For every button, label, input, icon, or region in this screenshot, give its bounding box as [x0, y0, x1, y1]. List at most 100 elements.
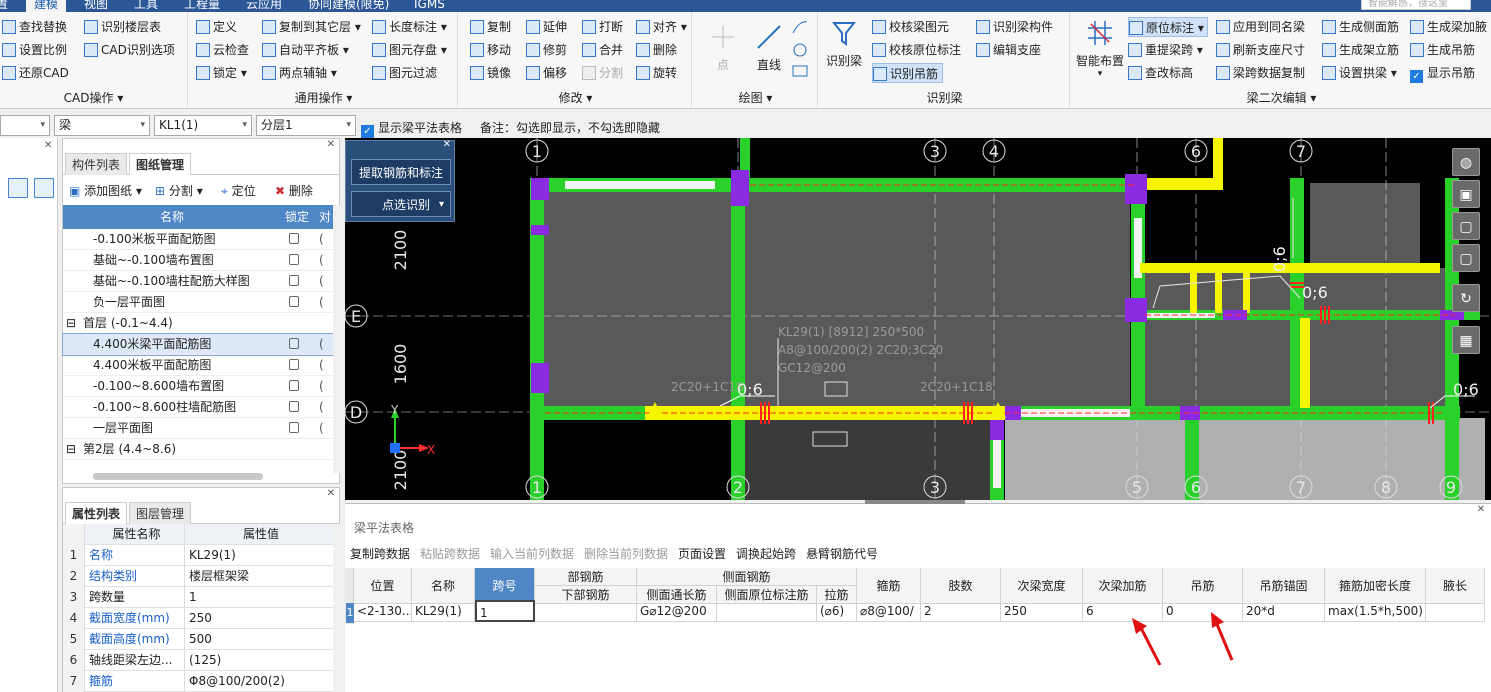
layer-select[interactable]: 分层1 ▾ [256, 115, 356, 136]
identify-hanger-button[interactable]: 识别吊筋 [872, 63, 944, 83]
length-dim-button[interactable]: 长度标注 ▾ [372, 17, 447, 37]
tab-property-list[interactable]: 属性列表 [65, 502, 128, 524]
property-value[interactable]: (125) [189, 650, 221, 671]
lock-button[interactable]: 锁定 ▾ [196, 63, 247, 83]
trim-button[interactable]: 修剪 [526, 40, 567, 60]
define-button[interactable]: 定义 [196, 17, 237, 37]
horizontal-scrollbar[interactable] [93, 473, 263, 480]
input-column-data-button[interactable]: 输入当前列数据 [490, 545, 574, 562]
property-row[interactable]: 2 结构类别 楼层框架梁 [63, 566, 333, 587]
menu-item-collab[interactable]: 协同建模(限免) [308, 0, 389, 12]
smart-layout-button[interactable]: 智能布置 ▾ [1076, 18, 1124, 79]
close-icon[interactable]: ✕ [443, 139, 451, 150]
menu-item[interactable]: 置 [0, 0, 8, 12]
check-elevation-button[interactable]: 查改标高 [1128, 63, 1193, 83]
mirror-button[interactable]: 镜像 [470, 63, 511, 83]
cad-group-label[interactable]: CAD操作 ▾ [0, 89, 187, 106]
property-row[interactable]: 1 名称 KL29(1) [63, 545, 333, 566]
cad-canvas[interactable]: 1 3 4 6 7 1 2 3 5 6 7 8 9 E D 2100 1600 … [345, 138, 1491, 500]
secondary-edit-label[interactable]: 梁二次编辑 ▾ [1072, 89, 1491, 106]
tree-item[interactable]: 4.400米梁平面配筋图 ( [62, 333, 334, 356]
table-cell[interactable] [1426, 600, 1485, 622]
property-row[interactable]: 6 轴线距梁左边... (125) [63, 650, 333, 671]
auto-align-slab-button[interactable]: 自动平齐板 ▾ [262, 40, 349, 60]
lock-icon[interactable] [289, 254, 299, 265]
swap-start-span-button[interactable]: 调换起始跨 [736, 545, 796, 562]
list-view-icon[interactable] [8, 178, 28, 198]
property-value[interactable]: 楼层框架梁 [189, 566, 249, 587]
tree-item[interactable]: 一层平面图 ( [63, 418, 333, 439]
show-hanger-checkbox[interactable]: ✓ 显示吊筋 [1410, 63, 1475, 83]
lock-icon[interactable] [289, 296, 299, 307]
search-input[interactable]: 智能解惑，搜这里 [1361, 0, 1471, 10]
tree-group-item[interactable]: ⊟ 第2层 (4.4~8.6) [63, 439, 333, 460]
restore-cad-button[interactable]: 还原CAD [2, 63, 69, 83]
paste-span-data-button[interactable]: 粘贴跨数据 [420, 545, 480, 562]
edit-support-button[interactable]: 编辑支座 [976, 40, 1041, 60]
calculator-icon[interactable]: ▦ [1452, 326, 1480, 354]
identify-floor-table-button[interactable]: 识别楼层表 [84, 17, 161, 37]
close-icon[interactable]: ✕ [1477, 504, 1485, 515]
gen-erection-bar-button[interactable]: 生成架立筋 [1322, 40, 1399, 60]
merge-button[interactable]: 合并 [582, 40, 623, 60]
check-beam-elements-button[interactable]: 校核梁图元 [872, 17, 949, 37]
tree-item[interactable]: 负一层平面图 ( [63, 292, 333, 313]
general-group-label[interactable]: 通用操作 ▾ [190, 89, 457, 106]
delete-column-data-button[interactable]: 删除当前列数据 [584, 545, 668, 562]
copy-button[interactable]: 复制 [470, 17, 511, 37]
cloud-check-button[interactable]: 云检查 [196, 40, 249, 60]
property-value[interactable]: 1 [189, 587, 197, 608]
component-type-select[interactable]: 梁 ▾ [54, 115, 150, 136]
set-arch-beam-button[interactable]: 设置拱梁 ▾ [1322, 63, 1397, 83]
re-span-button[interactable]: 重提梁跨 ▾ [1128, 40, 1203, 60]
extract-rebar-button[interactable]: 提取钢筋和标注 [351, 159, 451, 185]
tree-item[interactable]: -0.100米板平面配筋图 ( [63, 229, 333, 250]
tab-component-list[interactable]: 构件列表 [65, 153, 128, 175]
table-cell[interactable] [717, 600, 817, 622]
align-button[interactable]: 对齐 ▾ [636, 17, 687, 37]
add-drawing-button[interactable]: ▣ 添加图纸 ▾ [69, 182, 142, 199]
cantilever-code-button[interactable]: 悬臂钢筋代号 [806, 545, 878, 562]
gen-haunch-button[interactable]: 生成梁加腋 [1410, 17, 1487, 37]
close-icon[interactable]: ✕ [44, 140, 52, 151]
show-beam-table-checkbox[interactable]: ✓ 显示梁平法表格 [361, 119, 462, 138]
lock-icon[interactable] [289, 338, 299, 349]
page-setup-button[interactable]: 页面设置 [678, 545, 726, 562]
table-cell[interactable]: 250 [1001, 600, 1083, 622]
close-icon[interactable]: ✕ [327, 139, 335, 150]
find-replace-button[interactable]: 查找替换 [2, 17, 67, 37]
rotate-view-icon[interactable]: ↻ [1452, 284, 1480, 312]
extend-button[interactable]: 延伸 [526, 17, 567, 37]
refresh-support-button[interactable]: 刷新支座尺寸 [1216, 40, 1305, 60]
table-cell[interactable]: ⌀8@100/ [857, 600, 921, 622]
lock-icon[interactable] [289, 359, 299, 370]
menu-item-modeling[interactable]: 建模 [26, 0, 67, 12]
offset-button[interactable]: 偏移 [526, 63, 567, 83]
close-icon[interactable]: ✕ [327, 488, 335, 499]
two-point-axis-button[interactable]: 两点辅轴 ▾ [262, 63, 337, 83]
delete-drawing-button[interactable]: ✖ 删除 [275, 182, 313, 199]
splitter-handle[interactable] [865, 500, 965, 504]
element-filter-button[interactable]: 图元过滤 [372, 63, 437, 83]
table-cell[interactable]: G⌀12@200 [637, 600, 717, 622]
cad-drawing[interactable]: 1 3 4 6 7 1 2 3 5 6 7 8 9 E D 2100 1600 … [345, 138, 1491, 500]
copy-to-floor-button[interactable]: 复制到其它层 ▾ [262, 17, 361, 37]
table-cell[interactable]: KL29(1) [412, 600, 475, 622]
floor-select[interactable]: ▾ [0, 115, 50, 136]
cad-options-button[interactable]: CAD识别选项 [84, 40, 175, 60]
table-cell[interactable]: 2 [921, 600, 1001, 622]
tree-item[interactable]: -0.100~8.600柱墙配筋图 ( [63, 397, 333, 418]
lock-icon[interactable] [289, 401, 299, 412]
property-value[interactable]: 500 [189, 629, 212, 650]
table-cell[interactable]: max(1.5*h,500) [1325, 600, 1426, 622]
lock-icon[interactable] [289, 233, 299, 244]
box-view-icon[interactable]: ▢ [1452, 212, 1480, 240]
card-view-icon[interactable] [34, 178, 54, 198]
table-cell[interactable]: <2-130... [354, 600, 412, 622]
tree-item[interactable]: 基础~-0.100墙柱配筋大样图 ( [63, 271, 333, 292]
property-scrollbar[interactable] [333, 524, 340, 692]
menu-item-cloud[interactable]: 云应用 [246, 0, 282, 12]
check-annotation-button[interactable]: 校核原位标注 [872, 40, 961, 60]
property-value[interactable]: Φ8@100/200(2) [189, 671, 285, 692]
split-button[interactable]: 分割 [582, 63, 623, 83]
